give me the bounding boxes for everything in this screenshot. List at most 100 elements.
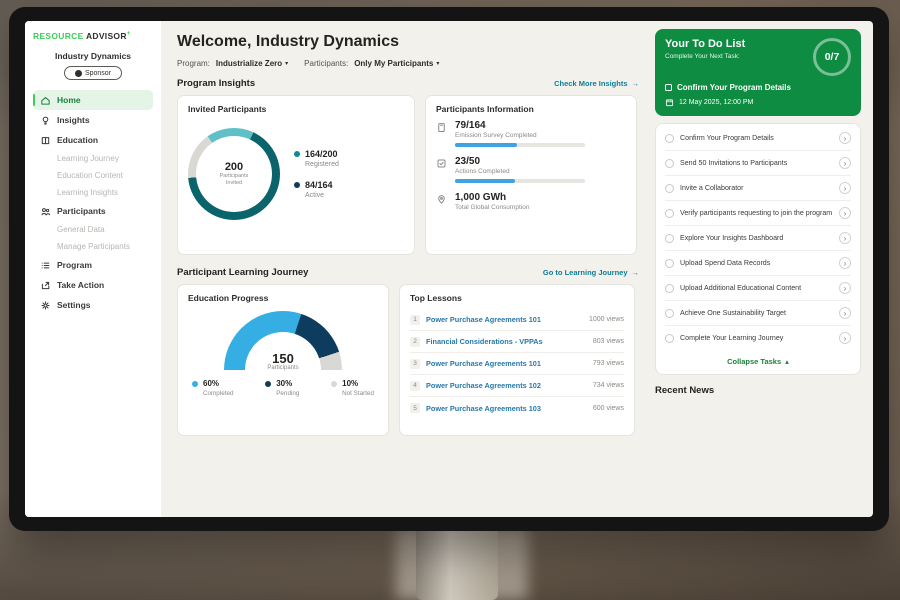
checkbox-icon[interactable] (665, 209, 674, 218)
sidebar-item-participants[interactable]: Participants (33, 201, 153, 221)
lesson-link[interactable]: Power Purchase Agreements 103 (426, 404, 587, 413)
legend-dot (331, 381, 337, 387)
book-icon (40, 135, 51, 146)
due-date-label: 12 May 2025, 12:00 PM (679, 99, 753, 106)
legend-item: 30% Pending (265, 379, 299, 397)
legend-item: 164/200 Registered (294, 149, 339, 168)
lesson-row[interactable]: 1 Power Purchase Agreements 101 1000 vie… (410, 309, 624, 331)
donut-center: 200 Participants Invited (196, 136, 272, 212)
todo-progress-ring: 0/7 (813, 38, 851, 76)
sidebar-item-label: Program (57, 260, 92, 270)
share-arrow-icon (40, 280, 51, 291)
chevron-right-icon[interactable]: › (839, 332, 851, 344)
invited-participants-card: Invited Participants 200 Participants In… (177, 95, 415, 255)
task-label: Verify participants requesting to join t… (680, 209, 833, 218)
lesson-rank: 5 (410, 403, 420, 413)
chevron-right-icon[interactable]: › (839, 307, 851, 319)
task-row[interactable]: Achieve One Sustainability Target › (665, 301, 851, 326)
chevron-right-icon[interactable]: › (839, 257, 851, 269)
lesson-link[interactable]: Financial Considerations - VPPAs (426, 337, 587, 346)
sidebar-item-settings[interactable]: Settings (33, 295, 153, 315)
legend-dot (294, 151, 300, 157)
checkbox-icon[interactable] (665, 184, 674, 193)
lesson-row[interactable]: 2 Financial Considerations - VPPAs 803 v… (410, 331, 624, 353)
task-label: Complete Your Learning Journey (680, 334, 833, 343)
legend-item: 60% Completed (192, 379, 233, 397)
task-row[interactable]: Invite a Collaborator › (665, 176, 851, 201)
checkbox-icon[interactable] (665, 334, 674, 343)
participants-filter-label: Participants: (304, 59, 348, 68)
task-row[interactable]: Confirm Your Program Details › (665, 126, 851, 151)
sidebar-item-label: Home (57, 95, 81, 105)
checkbox-icon[interactable] (665, 134, 674, 143)
sidebar-item-home[interactable]: Home (33, 90, 153, 110)
lesson-row[interactable]: 4 Power Purchase Agreements 102 734 view… (410, 375, 624, 397)
legend-value: 164/200 (305, 149, 338, 159)
collapse-tasks-button[interactable]: Collapse Tasks ▴ (665, 350, 851, 372)
next-task-row[interactable]: Confirm Your Program Details (665, 83, 851, 92)
stat-label: Emission Survey Completed (455, 132, 585, 139)
due-date-row: 12 May 2025, 12:00 PM (665, 98, 851, 107)
education-gauge-chart: 150 Participants (224, 311, 342, 371)
chevron-right-icon[interactable]: › (839, 132, 851, 144)
section-title: Participant Learning Journey (177, 267, 308, 278)
lesson-views: 793 views (593, 360, 624, 367)
checkbox-icon[interactable] (665, 159, 674, 168)
sidebar-item-label: Insights (57, 115, 90, 125)
sidebar-item-label: General Data (57, 225, 105, 234)
checkbox-icon[interactable] (665, 84, 672, 91)
checkbox-icon[interactable] (665, 234, 674, 243)
lesson-rank: 4 (410, 381, 420, 391)
lesson-link[interactable]: Power Purchase Agreements 102 (426, 381, 587, 390)
chevron-right-icon[interactable]: › (839, 157, 851, 169)
card-title: Participants Information (436, 104, 626, 114)
sponsor-icon (75, 70, 82, 77)
lesson-views: 1000 views (589, 316, 624, 323)
lesson-row[interactable]: 3 Power Purchase Agreements 101 793 view… (410, 353, 624, 375)
go-to-learning-journey-link[interactable]: Go to Learning Journey → (543, 268, 639, 277)
task-row[interactable]: Complete Your Learning Journey › (665, 326, 851, 350)
chevron-right-icon[interactable]: › (839, 232, 851, 244)
checkbox-icon[interactable] (665, 284, 674, 293)
stat-row: 79/164 Emission Survey Completed (436, 120, 626, 147)
lesson-link[interactable]: Power Purchase Agreements 101 (426, 315, 583, 324)
task-row[interactable]: Upload Additional Educational Content › (665, 276, 851, 301)
sidebar-item-general-data[interactable]: General Data (33, 221, 153, 238)
check-more-insights-link[interactable]: Check More Insights → (554, 79, 639, 88)
task-label: Explore Your Insights Dashboard (680, 234, 833, 243)
sponsor-badge[interactable]: Sponsor (64, 66, 122, 80)
learning-cards: Education Progress 150 Participants (177, 284, 639, 436)
sidebar-item-program[interactable]: Program (33, 255, 153, 275)
program-select[interactable]: Industrialize Zero ▾ (216, 59, 288, 68)
task-row[interactable]: Send 50 Invitations to Participants › (665, 151, 851, 176)
invited-chart-body: 200 Participants Invited 164/200 Registe… (188, 120, 404, 220)
task-row[interactable]: Explore Your Insights Dashboard › (665, 226, 851, 251)
sidebar-item-label: Learning Journey (57, 154, 119, 163)
sidebar-item-insights[interactable]: Insights (33, 110, 153, 130)
chevron-down-icon: ▾ (285, 60, 288, 67)
checkbox-icon[interactable] (665, 309, 674, 318)
checkbox-icon[interactable] (665, 259, 674, 268)
arrow-right-icon: → (632, 79, 640, 88)
todo-summary-card: Your To Do List Complete Your Next Task:… (655, 29, 861, 116)
chevron-right-icon[interactable]: › (839, 282, 851, 294)
donut-center-value: 200 (225, 161, 243, 173)
sidebar-item-manage-participants[interactable]: Manage Participants (33, 238, 153, 255)
sidebar-item-education[interactable]: Education (33, 130, 153, 150)
chevron-right-icon[interactable]: › (839, 182, 851, 194)
stat-value: 23/50 (455, 156, 585, 167)
participants-select[interactable]: Only My Participants ▾ (354, 59, 439, 68)
lesson-link[interactable]: Power Purchase Agreements 101 (426, 359, 587, 368)
sidebar-item-learning-journey[interactable]: Learning Journey (33, 150, 153, 167)
legend-label: Active (305, 192, 339, 199)
sidebar-item-take-action[interactable]: Take Action (33, 275, 153, 295)
sidebar-item-learning-insights[interactable]: Learning Insights (33, 184, 153, 201)
chevron-right-icon[interactable]: › (839, 207, 851, 219)
program-select-value: Industrialize Zero (216, 59, 282, 68)
card-title: Education Progress (188, 293, 378, 303)
task-row[interactable]: Upload Spend Data Records › (665, 251, 851, 276)
lesson-row[interactable]: 5 Power Purchase Agreements 103 600 view… (410, 397, 624, 419)
lesson-rank: 2 (410, 337, 420, 347)
sidebar-item-education-content[interactable]: Education Content (33, 167, 153, 184)
task-row[interactable]: Verify participants requesting to join t… (665, 201, 851, 226)
